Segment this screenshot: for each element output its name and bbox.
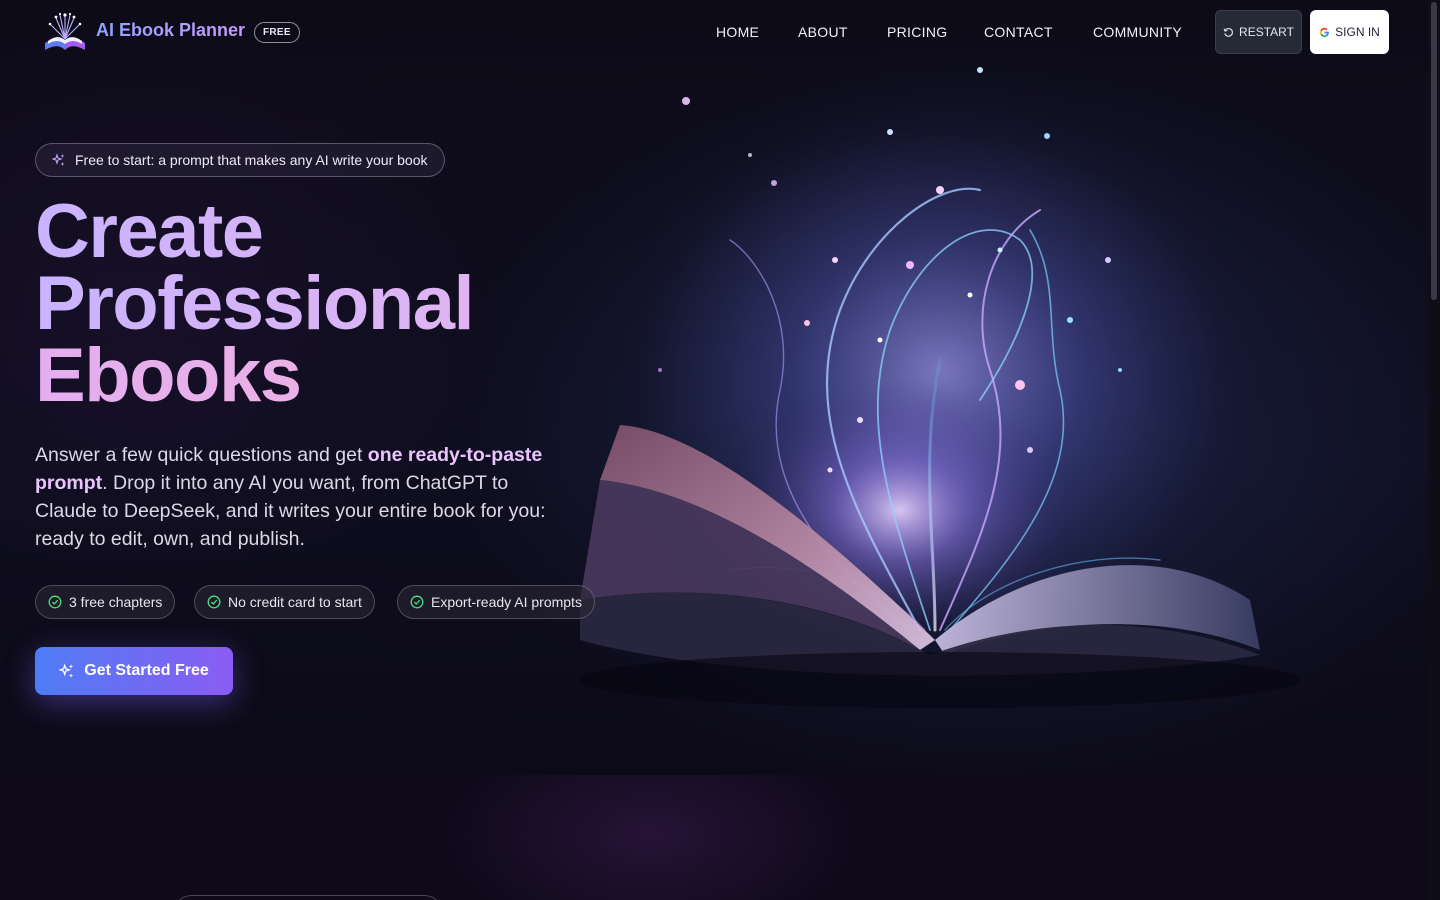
check-circle-icon	[207, 595, 221, 609]
chip-label: 3 free chapters	[69, 594, 163, 610]
sign-in-button[interactable]: SIGN IN	[1310, 10, 1389, 54]
page: AI Ebook Planner FREE HOME ABOUT PRICING…	[0, 0, 1428, 900]
get-started-label: Get Started Free	[84, 662, 209, 679]
open-book-logo-icon[interactable]	[42, 8, 88, 54]
next-section	[0, 775, 1428, 900]
nav-home[interactable]: HOME	[716, 24, 759, 40]
lead-text-start: Answer a few quick questions and get	[35, 444, 368, 466]
nav-community[interactable]: COMMUNITY	[1093, 24, 1182, 40]
hero-description: Answer a few quick questions and get one…	[35, 441, 555, 553]
scrollbar-thumb[interactable]	[1431, 2, 1437, 300]
nav-contact[interactable]: CONTACT	[984, 24, 1053, 40]
nav-pricing[interactable]: PRICING	[887, 24, 947, 40]
lead-text-end: . Drop it into any AI you want, from Cha…	[35, 472, 546, 550]
hero-section: AI Ebook Planner FREE HOME ABOUT PRICING…	[0, 0, 1428, 775]
free-badge: FREE	[254, 22, 300, 43]
get-started-button[interactable]: Get Started Free	[35, 647, 233, 695]
feature-chip-free-chapters: 3 free chapters	[35, 585, 176, 619]
site-header: AI Ebook Planner FREE HOME ABOUT PRICING…	[0, 0, 1428, 64]
google-icon	[1320, 27, 1330, 37]
restart-label: RESTART	[1239, 25, 1294, 39]
nav-about[interactable]: ABOUT	[798, 24, 848, 40]
sparkles-icon	[52, 153, 65, 166]
hero-book-illustration	[580, 67, 1300, 708]
sparkles-icon	[59, 663, 74, 678]
chip-label: Export-ready AI prompts	[431, 594, 582, 610]
feature-chip-export-prompts: Export-ready AI prompts	[397, 585, 595, 619]
sign-in-label: SIGN IN	[1335, 25, 1380, 39]
page-scrollbar[interactable]	[1428, 0, 1440, 900]
check-circle-icon	[48, 595, 62, 609]
section-pill	[172, 895, 444, 900]
hero-tagline-text: Free to start: a prompt that makes any A…	[75, 152, 428, 168]
chip-label: No credit card to start	[228, 594, 362, 610]
restart-button[interactable]: RESTART	[1215, 10, 1302, 54]
headline-line-2: Professional	[35, 261, 475, 346]
hero-tagline-pill: Free to start: a prompt that makes any A…	[35, 143, 445, 177]
check-circle-icon	[410, 595, 424, 609]
brand-name[interactable]: AI Ebook Planner	[96, 20, 245, 41]
hero-headline: Create Professional Ebooks	[35, 194, 475, 414]
headline-line-1: Create	[35, 194, 473, 270]
headline-line-3: Ebooks	[35, 338, 473, 414]
rotate-ccw-icon	[1223, 27, 1233, 37]
feature-chip-no-credit-card: No credit card to start	[194, 585, 375, 619]
